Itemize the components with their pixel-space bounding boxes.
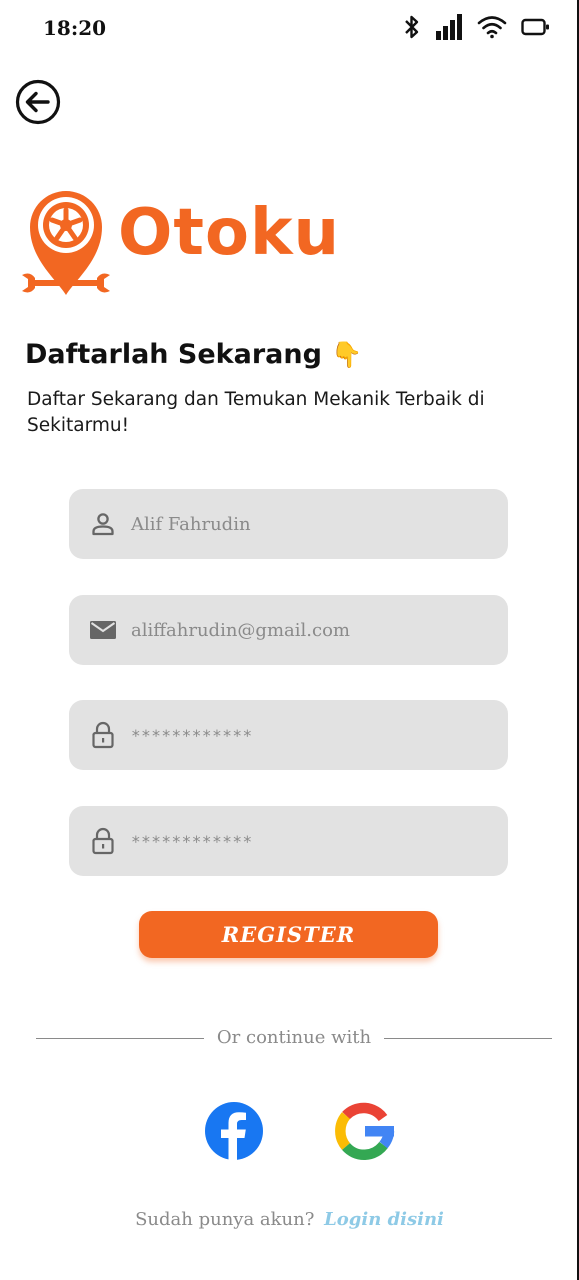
confirm-password-value: ************	[131, 831, 253, 851]
password-field[interactable]: ************	[69, 700, 508, 770]
google-login-button[interactable]	[335, 1101, 395, 1161]
divider-line-right	[384, 1038, 552, 1039]
logo-mark-icon	[22, 191, 110, 295]
lock-icon	[89, 721, 117, 749]
signal-icon	[436, 14, 462, 40]
wifi-icon	[477, 16, 507, 39]
login-link[interactable]: Login disini	[324, 1209, 444, 1230]
arrow-left-circle-icon	[15, 79, 61, 125]
confirm-password-field[interactable]: ************	[69, 806, 508, 876]
email-value: aliffahrudin@gmail.com	[131, 619, 350, 641]
person-icon	[89, 510, 117, 538]
mail-icon	[89, 616, 117, 644]
register-button-label: REGISTER	[221, 922, 356, 947]
pointing-down-emoji: 👇	[331, 340, 363, 369]
facebook-login-button[interactable]	[204, 1101, 264, 1161]
google-icon	[335, 1102, 395, 1161]
page-subtitle: Daftar Sekarang dan Temukan Mekanik Terb…	[27, 389, 485, 436]
social-divider: Or continue with	[36, 1027, 552, 1049]
register-button[interactable]: REGISTER	[139, 911, 438, 958]
status-time: 18:20	[43, 16, 107, 40]
page-title-text: Daftarlah Sekarang	[25, 339, 322, 370]
facebook-icon	[205, 1102, 263, 1161]
status-icons	[403, 12, 551, 42]
status-bar: 18:20	[0, 0, 579, 56]
name-value: Alif Fahrudin	[131, 513, 251, 535]
name-field[interactable]: Alif Fahrudin	[69, 489, 508, 559]
brand-logo: Otoku	[20, 183, 339, 298]
login-prompt: Sudah punya akun? Login disini	[0, 1209, 579, 1230]
password-value: ************	[131, 725, 253, 745]
email-field[interactable]: aliffahrudin@gmail.com	[69, 595, 508, 665]
brand-name: Otoku	[118, 196, 341, 270]
battery-icon	[521, 18, 549, 36]
login-prompt-text: Sudah punya akun?	[135, 1209, 315, 1230]
lock-icon	[89, 827, 117, 855]
back-button[interactable]	[15, 79, 61, 125]
page-title: Daftarlah Sekarang 👇	[25, 339, 362, 370]
bluetooth-icon	[405, 15, 419, 39]
